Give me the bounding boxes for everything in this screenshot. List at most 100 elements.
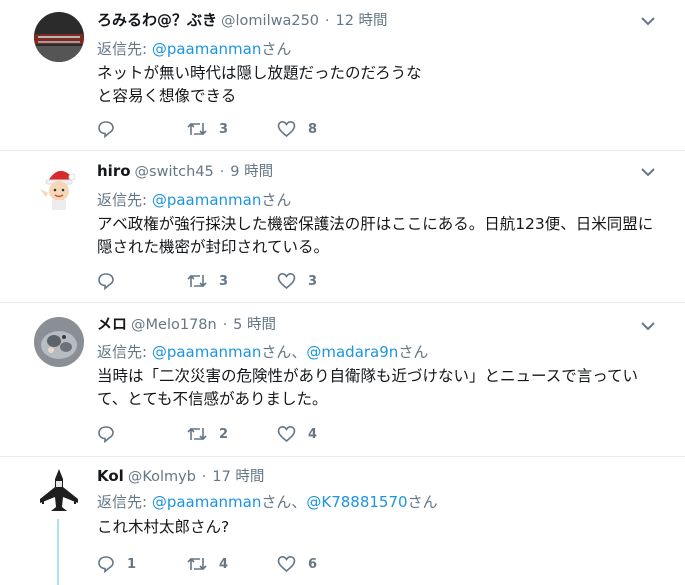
reply-prefix: 返信先: [97,191,152,209]
avatar-image [34,12,84,62]
avatar-image [34,163,84,213]
mention-link[interactable]: @paamanman [152,40,262,58]
display-name[interactable]: Kol [97,467,124,485]
reply-prefix: 返信先: [97,343,152,361]
like-count: 6 [308,556,318,572]
retweet-icon [187,427,207,441]
mention-suffix: さん [261,40,292,58]
like-button[interactable]: 8 [277,120,367,138]
retweet-icon [187,274,207,288]
reply-icon [98,556,114,573]
retweet-count: 2 [219,426,229,442]
avatar[interactable] [34,163,84,213]
separator-dot: · [325,13,330,29]
retweet-count: 4 [219,556,229,572]
like-count: 3 [308,273,318,289]
tweet-text-line: アベ政権が強行採決した機密保護法の肝はここにある。日航123便、日米同盟に [97,215,654,233]
tweet-4[interactable]: Kol @Kolmyb · 17 時間 返信先: @paamanmanさん、@K… [0,457,685,585]
tweet-header: ろみるわ@？ぶき @lomilwa250 · 12 時間 [97,9,388,29]
tweet-text-line: 当時は「二次災害の危険性があり自衛隊も近づけない」とニュースで言ってい [97,367,638,385]
separator-dot: · [222,317,228,333]
tweet-text-line: と容易く想像できる [97,87,237,105]
retweet-icon [187,122,207,136]
tweet-actions: 3 8 [97,119,367,139]
mention-suffix: さん [261,191,292,209]
avatar[interactable] [34,317,84,367]
like-button[interactable]: 4 [277,425,367,443]
tweet-header: Kol @Kolmyb · 17 時間 [97,465,264,485]
chevron-down-icon[interactable] [641,321,655,331]
reply-button[interactable] [97,120,187,138]
heart-icon [277,555,296,573]
mention-link[interactable]: @paamanman [152,343,262,361]
tweet-header: hiro @switch45 · 9 時間 [97,160,273,180]
tweet-text-line: て、とても不信感がありました。 [97,390,328,408]
separator-dot: · [201,469,207,485]
tweet-header: メロ @Melo178n · 5 時間 [97,313,276,333]
reply-button[interactable]: 1 [97,555,187,573]
mention-suffix: さん [398,343,429,361]
tweet-3[interactable]: メロ @Melo178n · 5 時間 返信先: @paamanmanさん、@m… [0,303,685,455]
mention-suffix: さん、 [261,343,307,361]
mention-link[interactable]: @paamanman [152,493,262,511]
heart-icon [277,120,296,138]
tweet-text: 当時は「二次災害の危険性があり自衛隊も近づけない」とニュースで言ってい て、とて… [97,365,667,411]
avatar[interactable] [34,465,84,515]
tweet-actions: 2 4 [97,424,367,444]
timestamp[interactable]: 5 時間 [233,313,276,334]
retweet-button[interactable]: 4 [187,555,277,573]
tweet-1[interactable]: ろみるわ@？ぶき @lomilwa250 · 12 時間 返信先: @paama… [0,0,685,150]
thread-line [57,519,59,585]
user-handle[interactable]: @Kolmyb [128,469,196,485]
tweet-actions: 3 3 [97,271,367,291]
tweet-text: アベ政権が強行採決した機密保護法の肝はここにある。日航123便、日米同盟に 隠さ… [97,213,667,259]
retweet-button[interactable]: 3 [187,272,277,290]
like-button[interactable]: 6 [277,555,367,573]
display-name[interactable]: hiro [97,162,131,180]
tweet-text-line: 隠された機密が封印されている。 [97,238,330,256]
mention-suffix: さん [407,493,438,511]
mention-link[interactable]: @paamanman [152,191,262,209]
retweet-icon [187,557,207,571]
chevron-down-icon[interactable] [641,167,655,177]
display-name[interactable]: ろみるわ@？ぶき [97,9,217,30]
tweet-text-line: これ木村太郎さん? [97,518,230,536]
like-button[interactable]: 3 [277,272,367,290]
reply-prefix: 返信先: [97,493,152,511]
avatar[interactable] [34,12,84,62]
mention-link[interactable]: @madara9n [306,343,398,361]
retweet-button[interactable]: 2 [187,425,277,443]
user-handle[interactable]: @lomilwa250 [221,13,319,29]
avatar-image [34,465,84,515]
timestamp[interactable]: 17 時間 [212,465,264,486]
reply-count: 1 [127,556,137,572]
reply-button[interactable] [97,425,187,443]
reply-to: 返信先: @paamanmanさん [97,38,291,59]
timestamp[interactable]: 9 時間 [230,160,273,181]
heart-icon [277,425,296,443]
reply-button[interactable] [97,272,187,290]
display-name[interactable]: メロ [97,313,127,334]
separator-dot: · [219,164,225,180]
reply-prefix: 返信先: [97,40,152,58]
tweet-actions: 1 4 6 [97,554,367,574]
mention-link[interactable]: @K78881570 [306,493,407,511]
tweet-text: ネットが無い時代は隠し放題だったのだろうな と容易く想像できる [97,62,667,108]
reply-to: 返信先: @paamanmanさん [97,189,291,210]
user-handle[interactable]: @Melo178n [131,317,217,333]
like-count: 4 [308,426,318,442]
timestamp[interactable]: 12 時間 [335,9,387,30]
heart-icon [277,272,296,290]
like-count: 8 [308,121,318,137]
chevron-down-icon[interactable] [641,16,655,26]
reply-icon [98,426,114,443]
retweet-count: 3 [219,273,229,289]
tweet-text-line: ネットが無い時代は隠し放題だったのだろうな [97,64,422,82]
reply-to: 返信先: @paamanmanさん、@madara9nさん [97,341,428,362]
user-handle[interactable]: @switch45 [135,164,214,180]
tweet-2[interactable]: hiro @switch45 · 9 時間 返信先: @paamanmanさん … [0,151,685,301]
retweet-button[interactable]: 3 [187,120,277,138]
tweet-text: これ木村太郎さん? [97,516,667,539]
reply-icon [98,121,114,138]
mention-suffix: さん、 [261,493,307,511]
